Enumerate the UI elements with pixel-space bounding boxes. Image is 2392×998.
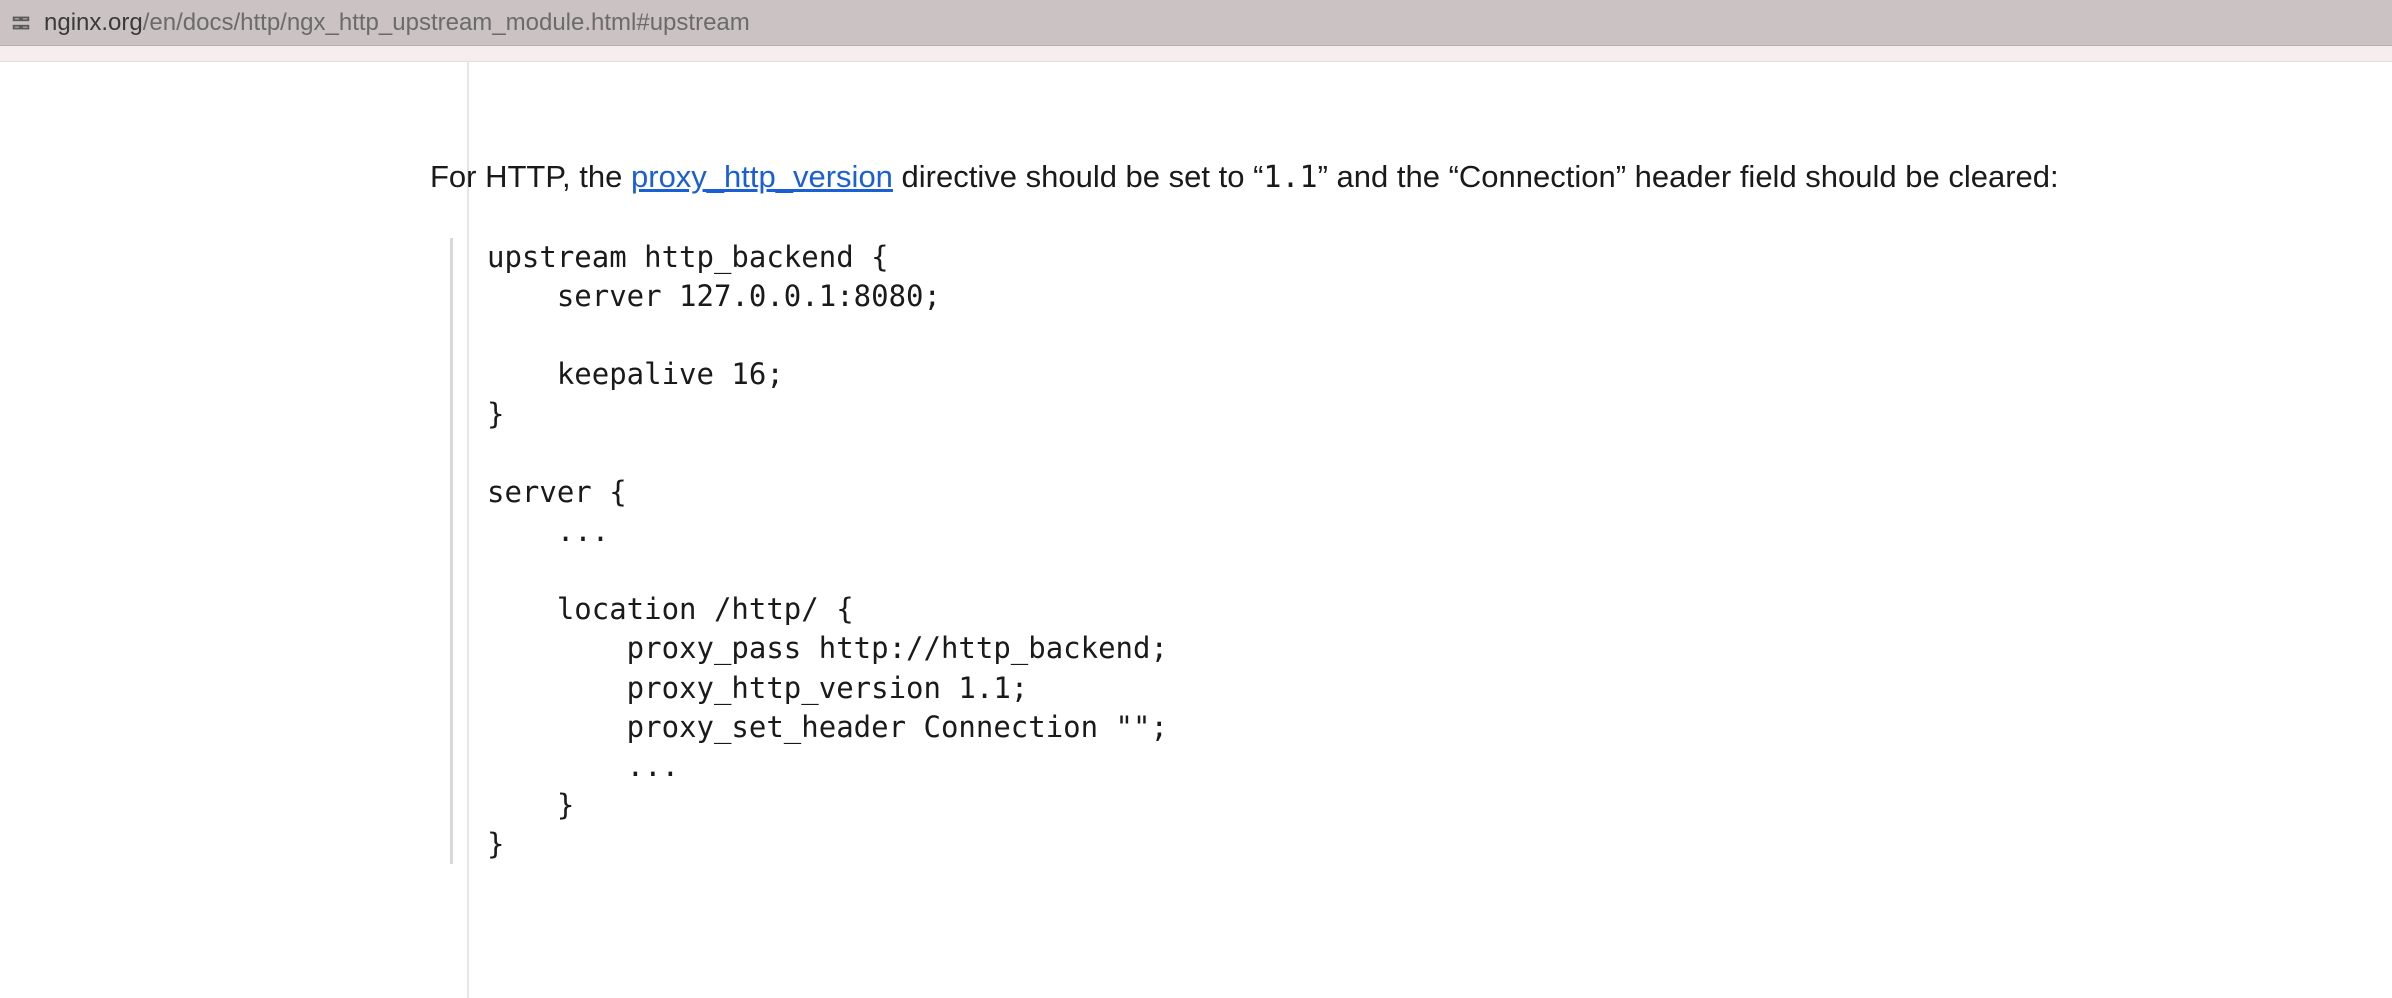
text-fragment: For HTTP, the	[430, 159, 631, 194]
browser-sub-bar	[0, 46, 2392, 62]
config-code-block: upstream http_backend { server 127.0.0.1…	[450, 238, 2362, 864]
intro-paragraph: For HTTP, the proxy_http_version directi…	[430, 152, 2362, 202]
url-host: nginx.org	[44, 9, 143, 36]
inline-code: 1.1	[1263, 160, 1317, 195]
page-body: For HTTP, the proxy_http_version directi…	[0, 62, 2392, 998]
site-settings-icon[interactable]	[8, 10, 34, 36]
url-path: /en/docs/http/ngx_http_upstream_module.h…	[143, 9, 750, 36]
url-text[interactable]: nginx.org/en/docs/http/ngx_http_upstream…	[44, 9, 750, 37]
proxy-http-version-link[interactable]: proxy_http_version	[631, 159, 893, 194]
browser-address-bar[interactable]: nginx.org/en/docs/http/ngx_http_upstream…	[0, 0, 2392, 46]
text-fragment: ” and the “Connection” header field shou…	[1318, 159, 2059, 194]
doc-content: For HTTP, the proxy_http_version directi…	[430, 152, 2362, 864]
text-fragment: directive should be set to “	[893, 159, 1263, 194]
